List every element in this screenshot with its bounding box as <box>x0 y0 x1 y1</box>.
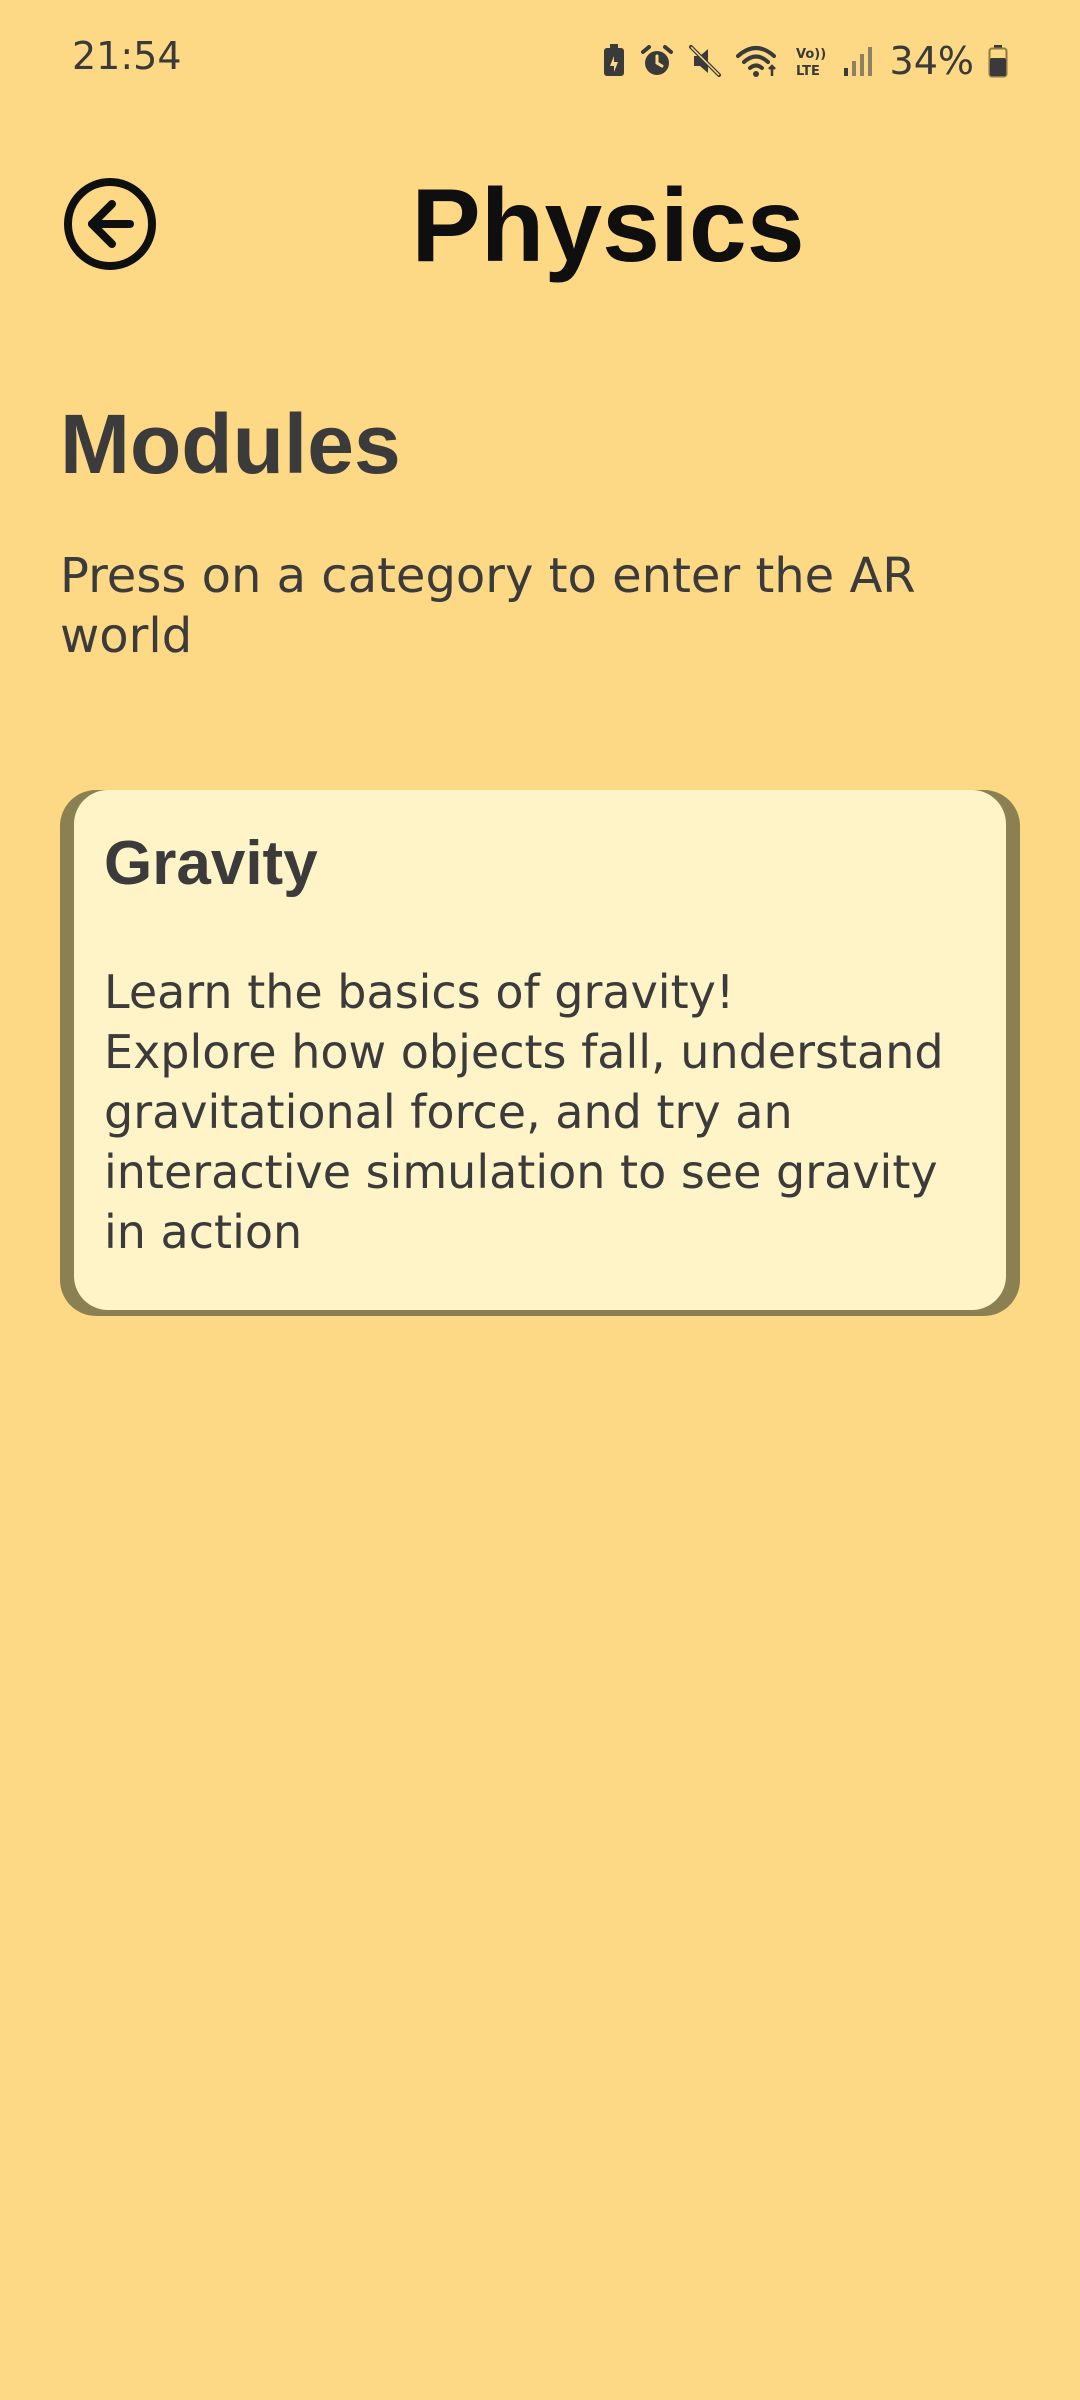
battery-percent: 34% <box>889 39 974 83</box>
wifi-icon <box>735 44 780 78</box>
status-icons: Vo)) LTE 34% <box>602 36 1008 86</box>
signal-icon <box>842 44 872 78</box>
alarm-icon <box>640 44 674 78</box>
page-title: Physics <box>411 168 805 284</box>
svg-text:LTE: LTE <box>796 64 820 78</box>
status-bar: 21:54 Vo)) LTE 34% <box>0 0 1080 120</box>
module-card-gravity[interactable]: Gravity Learn the basics of gravity! Exp… <box>60 790 1020 1316</box>
module-description: Learn the basics of gravity! Explore how… <box>104 965 944 1259</box>
section-subtitle: Press on a category to enter the AR worl… <box>60 548 916 664</box>
battery-icon <box>988 44 1008 78</box>
section-title: Modules <box>60 397 401 491</box>
module-card-content: Gravity Learn the basics of gravity! Exp… <box>74 790 1006 1310</box>
back-button[interactable] <box>62 176 158 272</box>
svg-text:Vo)): Vo)) <box>796 47 826 62</box>
module-title: Gravity <box>104 829 318 898</box>
back-arrow-circle-icon <box>64 178 156 270</box>
volte-icon: Vo)) LTE <box>794 44 828 78</box>
status-time: 21:54 <box>72 34 182 78</box>
battery-saver-icon <box>602 44 626 78</box>
mute-icon <box>688 44 722 78</box>
